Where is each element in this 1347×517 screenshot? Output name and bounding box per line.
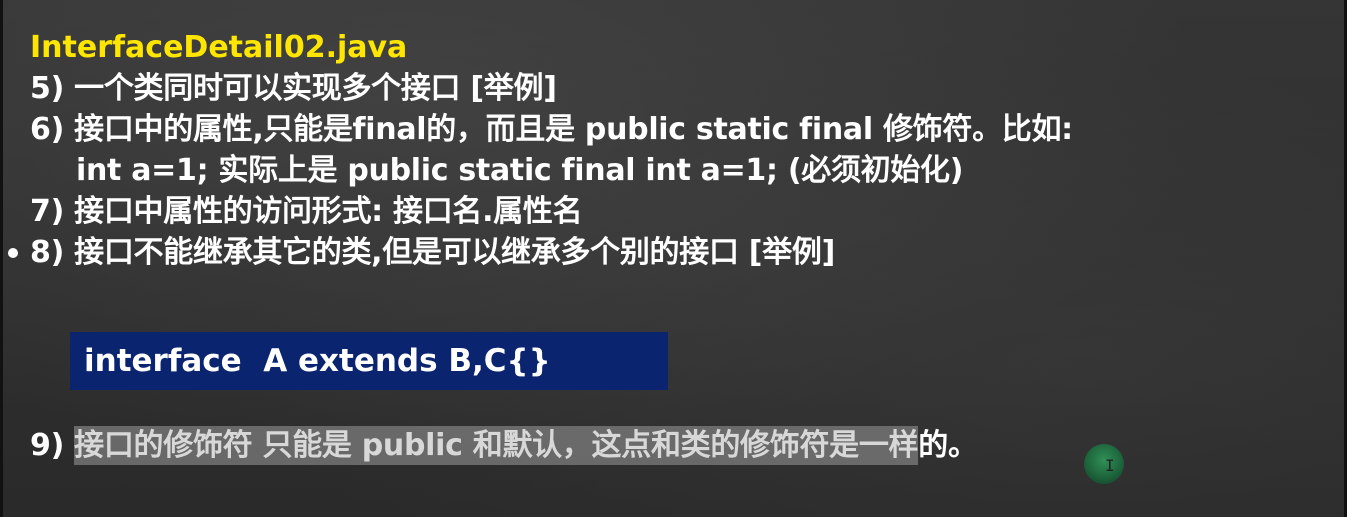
item-7-number: 7) <box>30 194 64 229</box>
item-9-number: 9) <box>30 428 64 463</box>
item-9-tail-text: 的。 <box>918 428 978 463</box>
item-9: 9) 接口的修饰符 只能是 public 和默认，这点和类的修饰符是一样的。 <box>30 424 978 468</box>
item-7-text: 接口中属性的访问形式: 接口名.属性名 <box>74 194 583 229</box>
item-8-text: 接口不能继承其它的类,但是可以继承多个别的接口 [举例] <box>74 235 836 270</box>
bullet-dot <box>8 248 18 258</box>
left-frame-edge <box>0 0 3 517</box>
item-6-text: 接口中的属性,只能是final的，而且是 public static final… <box>74 112 1073 147</box>
cursor-highlight-circle <box>1084 444 1124 484</box>
code-example-box: interface A extends B,C{} <box>70 332 668 390</box>
item-9-highlighted-text: 接口的修饰符 只能是 public 和默认，这点和类的修饰符是一样 <box>74 426 919 465</box>
slide-title: InterfaceDetail02.java <box>30 30 408 65</box>
item-5-number: 5) <box>30 71 64 106</box>
item-8-number: 8) <box>30 235 64 270</box>
text-cursor-icon: I <box>1105 456 1115 475</box>
slide-content: InterfaceDetail02.java 5) 一个类同时可以实现多个接口 … <box>30 28 1330 273</box>
item-6-continuation: int a=1; 实际上是 public static final int a=… <box>76 153 964 188</box>
item-5: 5) 一个类同时可以实现多个接口 [举例] <box>30 68 1330 109</box>
item-8: 8) 接口不能继承其它的类,但是可以继承多个别的接口 [举例] <box>30 232 1330 273</box>
item-6: 6) 接口中的属性,只能是final的，而且是 public static fi… <box>30 109 1330 150</box>
item-7: 7) 接口中属性的访问形式: 接口名.属性名 <box>30 191 1330 232</box>
item-6-number: 6) <box>30 112 64 147</box>
item-5-text: 一个类同时可以实现多个接口 [举例] <box>74 71 557 106</box>
